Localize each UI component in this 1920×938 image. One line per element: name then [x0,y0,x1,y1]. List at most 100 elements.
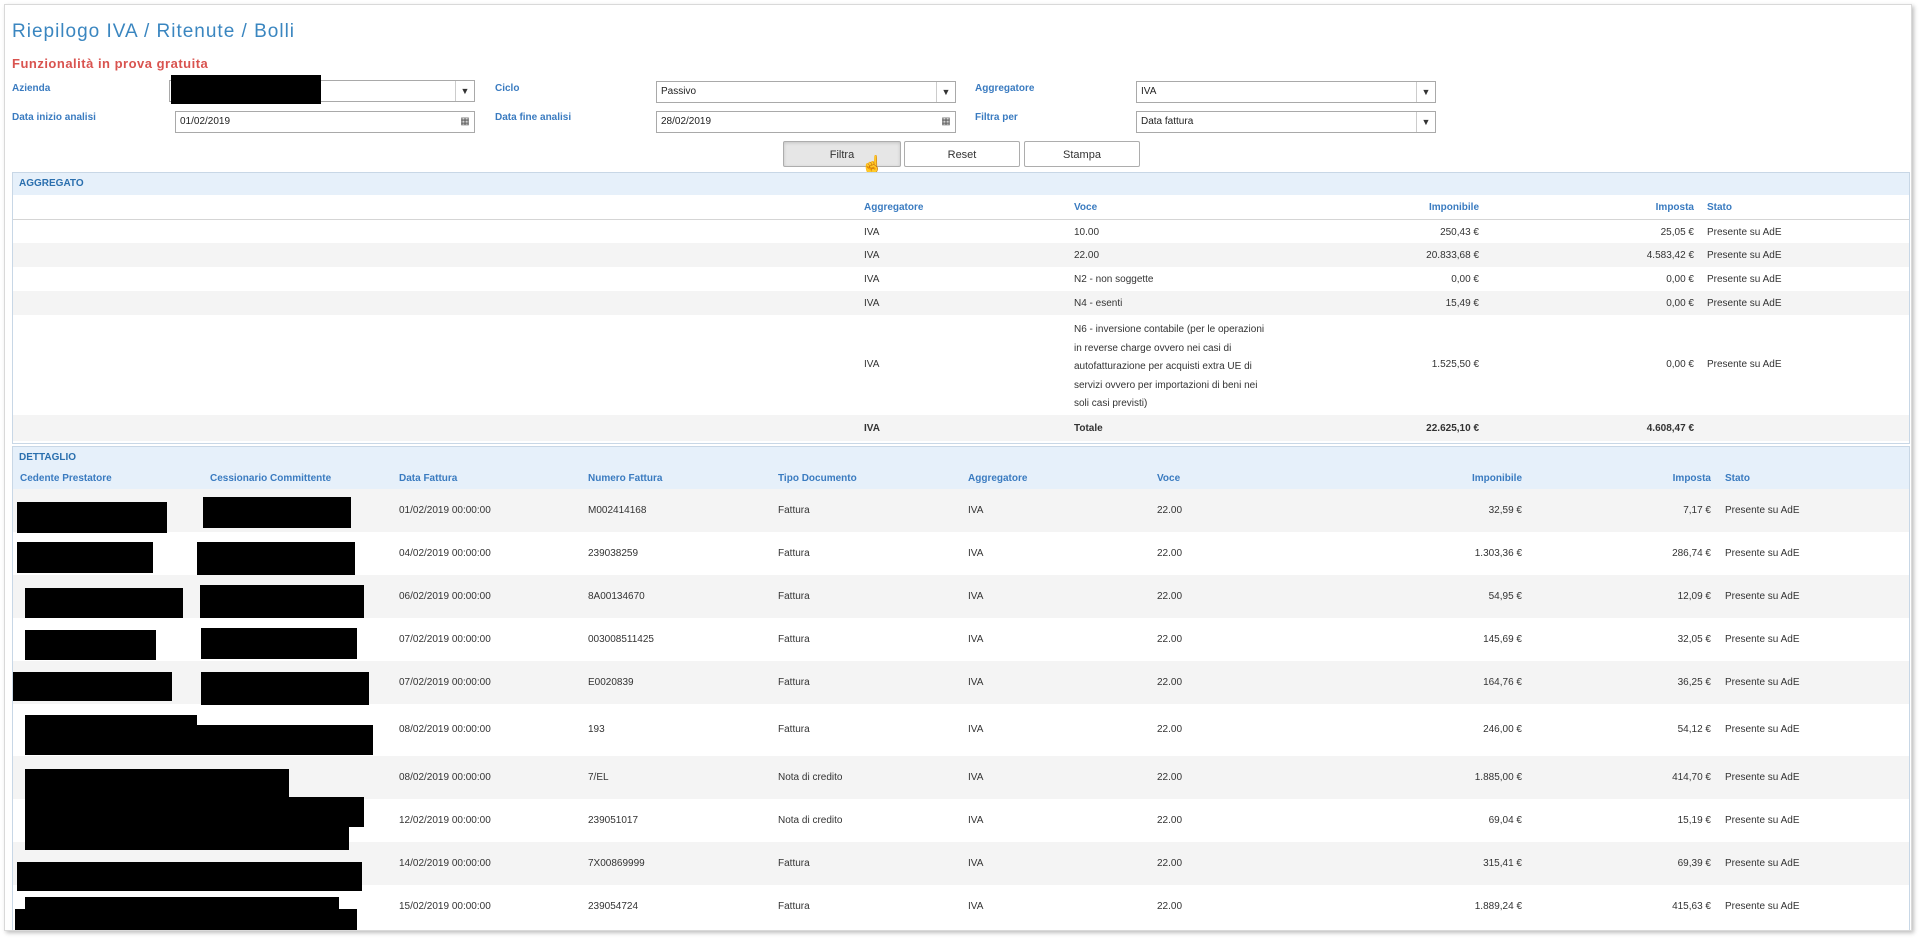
cell-imponibile: 0,00 € [1451,274,1479,285]
ciclo-value: Passivo [661,86,697,97]
chevron-down-icon[interactable]: ▼ [936,82,955,102]
cell-stato: Presente su AdE [1707,274,1782,285]
redacted-block [201,672,369,705]
redacted-block [200,585,364,618]
header-stato: Stato [1725,473,1750,484]
cell-tipo: Fattura [778,724,810,735]
calendar-icon[interactable]: ▦ [939,112,953,132]
redacted-block [25,825,349,850]
redacted-block [203,497,351,528]
cell-tipo: Fattura [778,676,810,688]
redacted-block [25,725,373,755]
chevron-down-icon[interactable]: ▼ [1416,112,1435,132]
header-aggregatore: Aggregatore [864,202,924,213]
aggregatore-value: IVA [1141,86,1157,97]
cell-tipo: Fattura [778,857,810,869]
aggregato-panel: AGGREGATO Aggregatore Voce Imponibile Im… [12,172,1910,444]
cell-numero: 239051017 [588,814,639,826]
ciclo-select[interactable]: Passivo ▼ [656,81,956,103]
cell-stato: Presente su AdE [1725,590,1800,602]
header-voce: Voce [1157,473,1181,484]
cell-imponibile: 164,76 € [1483,676,1522,688]
redacted-block [13,672,172,701]
azienda-label: Azienda [12,83,51,94]
aggregatore-select[interactable]: IVA ▼ [1136,81,1436,103]
data-fine-value: 28/02/2019 [661,116,712,127]
filtra-per-label: Filtra per [975,112,1018,123]
cell-stato: Presente su AdE [1725,676,1800,688]
cell-data: 14/02/2019 00:00:00 [399,857,491,869]
cell-aggregatore: IVA [968,504,984,516]
header-data-fattura: Data Fattura [399,473,458,484]
table-row: 08/02/2019 00:00:00 7/EL Nota di credito IV… [13,756,1909,799]
cell-numero: M002414168 [588,504,647,516]
cell-data: 15/02/2019 00:00:00 [399,900,491,912]
cell-voce: N4 - esenti [1074,298,1123,309]
cell-imponibile: 1.889,24 € [1474,900,1522,912]
cell-tipo: Fattura [778,900,810,912]
cell-data: 04/02/2019 00:00:00 [399,547,491,559]
chevron-down-icon[interactable]: ▼ [1416,82,1435,102]
cell-imposta: 415,63 € [1672,900,1711,912]
cell-numero: 7/EL [588,771,609,783]
cell-imponibile: 22.625,10 € [1426,423,1479,434]
redacted-block [17,502,167,533]
cell-stato: Presente su AdE [1725,814,1800,826]
redacted-block [197,542,355,575]
cell-imponibile: 1.303,36 € [1474,547,1522,559]
trial-notice: Funzionalità in prova gratuita [12,56,209,71]
cell-numero: 8A00134670 [588,590,645,602]
redacted-block [17,862,362,891]
redacted-block [171,75,321,104]
cell-aggregatore: IVA [864,250,880,261]
data-inizio-input[interactable]: 01/02/2019 ▦ [175,111,475,133]
ciclo-label: Ciclo [495,83,520,94]
cell-numero: 193 [588,724,605,735]
cell-imposta: 12,09 € [1677,590,1711,602]
cell-stato: Presente su AdE [1725,547,1800,559]
cell-aggregatore: IVA [968,771,984,783]
aggregatore-label: Aggregatore [975,83,1035,94]
header-tipo-documento: Tipo Documento [778,473,857,484]
data-inizio-label: Data inizio analisi [12,112,96,123]
cell-imposta: 15,19 € [1677,814,1711,826]
cell-stato: Presente su AdE [1725,857,1800,869]
cell-stato: Presente su AdE [1707,298,1782,309]
cell-data: 07/02/2019 00:00:00 [399,676,491,688]
header-aggregatore: Aggregatore [968,473,1028,484]
cell-imposta: 36,25 € [1677,676,1711,688]
cell-imposta: 54,12 € [1677,724,1711,735]
calendar-icon[interactable]: ▦ [458,112,472,132]
cell-imposta: 4.608,47 € [1646,423,1694,434]
header-imponibile: Imponibile [1472,473,1522,484]
cell-voce: N2 - non soggette [1074,274,1154,285]
page-frame: Riepilogo IVA / Ritenute / Bolli Funzion… [4,4,1912,931]
cell-data: 12/02/2019 00:00:00 [399,814,491,826]
cell-voce: 22.00 [1157,633,1183,645]
cell-stato: Presente su AdE [1725,504,1800,516]
reset-button[interactable]: Reset [904,141,1020,167]
cell-imposta: 7,17 € [1683,504,1711,516]
cell-stato: Presente su AdE [1725,771,1800,783]
cell-data: 06/02/2019 00:00:00 [399,590,491,602]
chevron-down-icon[interactable]: ▼ [455,81,474,101]
data-fine-input[interactable]: 28/02/2019 ▦ [656,111,956,133]
redacted-block [25,769,289,798]
filtra-per-select[interactable]: Data fattura ▼ [1136,111,1436,133]
cell-imponibile: 20.833,68 € [1426,250,1479,261]
cell-data: 01/02/2019 00:00:00 [399,504,491,516]
cell-tipo: Fattura [778,547,810,559]
cell-imposta: 25,05 € [1660,227,1694,238]
cell-imposta: 4.583,42 € [1646,250,1694,261]
cell-voce: 22.00 [1157,771,1183,783]
cell-imponibile: 54,95 € [1488,590,1522,602]
totals-row: IVA Totale 22.625,10 € 4.608,47 € [13,415,1909,441]
cell-imponibile: 246,00 € [1483,724,1522,735]
table-row: IVA N6 - inversione contabile (per le op… [13,315,1909,415]
table-row: IVA 10.00 250,43 € 25,05 € Presente su A… [13,219,1909,243]
cell-stato: Presente su AdE [1707,227,1782,238]
cell-tipo: Nota di credito [778,771,843,783]
stampa-button[interactable]: Stampa [1024,141,1140,167]
cell-voce: 22.00 [1157,814,1183,826]
cell-imposta: 0,00 € [1666,359,1694,370]
